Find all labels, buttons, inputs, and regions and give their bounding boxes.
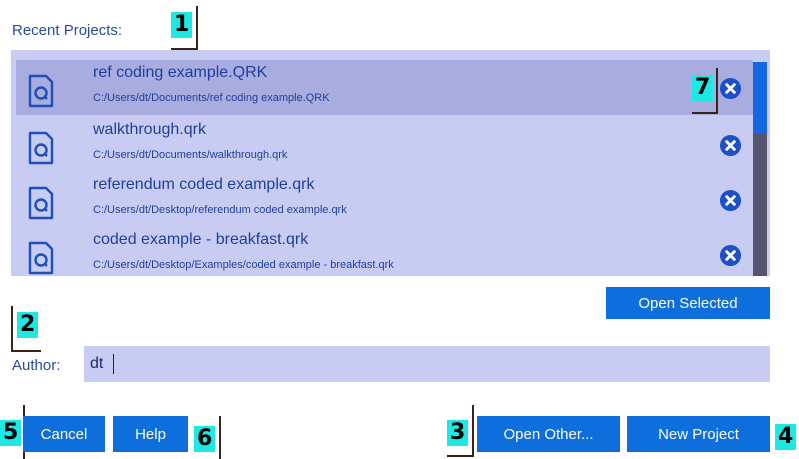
author-field[interactable]: [84, 346, 770, 382]
open-selected-button[interactable]: Open Selected: [606, 287, 770, 319]
recent-projects-label: Recent Projects:: [12, 22, 123, 39]
document-icon: [28, 241, 54, 275]
project-row[interactable]: walkthrough.qrk C:/Users/dt/Documents/wa…: [11, 117, 753, 172]
scrollbar-thumb[interactable]: [753, 62, 767, 134]
project-path: C:/Users/dt/Documents/ref coding example…: [93, 92, 330, 104]
callout-6-line: [219, 416, 221, 459]
callout-7: 7: [692, 75, 714, 101]
list-scrollbar[interactable]: [753, 62, 767, 276]
document-icon: [28, 74, 54, 108]
remove-project-icon[interactable]: [719, 189, 742, 212]
callout-2-underline: [11, 350, 41, 352]
project-row[interactable]: coded example - breakfast.qrk C:/Users/d…: [11, 227, 753, 276]
remove-project-icon[interactable]: [719, 77, 742, 100]
project-path: C:/Users/dt/Desktop/Examples/coded examp…: [93, 259, 394, 271]
callout-4: 4: [775, 424, 797, 450]
recent-projects-list[interactable]: ref coding example.QRK C:/Users/dt/Docum…: [11, 50, 770, 276]
callout-1-line: [196, 6, 198, 50]
callout-2-line: [11, 306, 13, 352]
author-label: Author:: [12, 357, 61, 374]
callout-3-line: [472, 405, 474, 457]
project-row[interactable]: ref coding example.QRK C:/Users/dt/Docum…: [16, 60, 753, 115]
help-button[interactable]: Help: [113, 416, 188, 452]
project-name: coded example - breakfast.qrk: [93, 231, 309, 248]
new-project-button[interactable]: New Project: [627, 416, 770, 452]
open-other-button[interactable]: Open Other...: [477, 416, 620, 452]
callout-1: 1: [171, 12, 193, 38]
callout-3-underline: [447, 455, 474, 457]
callout-2: 2: [17, 312, 39, 338]
callout-7-line: [716, 68, 718, 114]
callout-5: 5: [0, 420, 22, 446]
project-path: C:/Users/dt/Documents/walkthrough.qrk: [93, 149, 288, 161]
remove-project-icon[interactable]: [719, 134, 742, 157]
callout-7-underline: [692, 112, 718, 114]
remove-project-icon[interactable]: [719, 244, 742, 267]
project-path: C:/Users/dt/Desktop/referendum coded exa…: [93, 204, 347, 216]
cancel-button[interactable]: Cancel: [23, 416, 105, 452]
document-icon: [28, 186, 54, 220]
project-name: walkthrough.qrk: [93, 121, 206, 138]
callout-3: 3: [447, 420, 469, 446]
document-icon: [28, 131, 54, 165]
project-row[interactable]: referendum coded example.qrk C:/Users/dt…: [11, 172, 753, 227]
text-caret: [113, 354, 114, 374]
callout-6: 6: [194, 426, 216, 452]
project-name: ref coding example.QRK: [93, 64, 268, 81]
project-name: referendum coded example.qrk: [93, 176, 315, 193]
